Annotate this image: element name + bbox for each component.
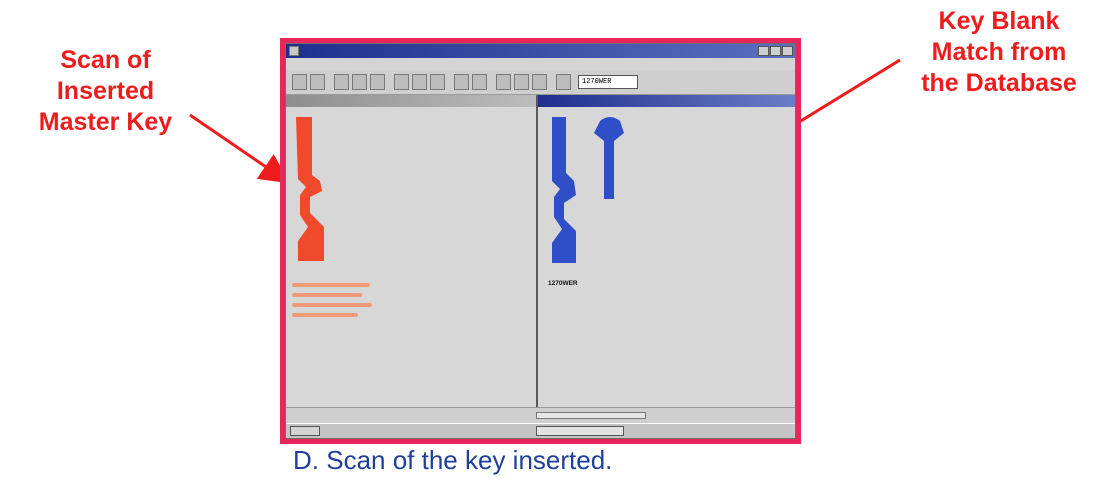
scan-readout-line	[292, 293, 362, 297]
toolbar-icon[interactable]	[370, 74, 385, 90]
screenshot-frame: 1270WER 1270WER	[280, 38, 801, 444]
callout-left-line-2: Inserted	[56, 77, 155, 105]
status-bar	[286, 407, 795, 424]
arrow-left	[189, 113, 290, 184]
key-blank-head-shape	[594, 117, 624, 199]
scanned-key-shape	[296, 117, 324, 261]
close-icon[interactable]	[782, 46, 793, 56]
scan-readout-lines	[292, 283, 382, 323]
key-blank-code: 1270WER	[548, 280, 578, 287]
key-blank-select[interactable]: 1270WER	[578, 75, 638, 89]
toolbar-icon[interactable]	[394, 74, 409, 90]
toolbar-icon[interactable]	[532, 74, 547, 90]
toolbar-icon[interactable]	[412, 74, 427, 90]
callout-left-line-3: Master Key	[38, 108, 173, 136]
toolbar-icon[interactable]	[430, 74, 445, 90]
scan-readout-line	[292, 303, 372, 307]
scan-pane	[286, 107, 536, 408]
callout-right-line-1: Key Blank	[938, 7, 1060, 35]
key-blank-match-image	[552, 117, 624, 263]
menu-bar[interactable]	[286, 58, 795, 70]
toolbar-icon[interactable]	[352, 74, 367, 90]
toolbar-icon[interactable]	[496, 74, 511, 90]
toolbar-icon[interactable]	[310, 74, 325, 90]
callout-left-line-1: Scan of	[60, 46, 151, 74]
callout-right-line-2: Match from	[931, 38, 1067, 66]
maximize-icon[interactable]	[770, 46, 781, 56]
app-icon	[289, 46, 299, 56]
app-window: 1270WER 1270WER	[285, 43, 796, 439]
figure-caption: D. Scan of the key inserted.	[293, 445, 613, 475]
key-blank-info: 1270WER	[548, 279, 578, 288]
callout-key-blank-match: Key Blank Match from the Database	[890, 6, 1108, 99]
toolbar-icon[interactable]	[556, 74, 571, 90]
scan-readout-line	[292, 283, 370, 287]
toolbar: 1270WER	[286, 70, 795, 95]
window-titlebar[interactable]	[286, 44, 795, 58]
status-progress-bar	[536, 412, 646, 419]
key-blank-profile-shape	[552, 117, 576, 263]
toolbar-icon[interactable]	[292, 74, 307, 90]
toolbar-icon[interactable]	[454, 74, 469, 90]
toolbar-icon[interactable]	[334, 74, 349, 90]
callout-scan-inserted-master-key: Scan of Inserted Master Key	[8, 45, 203, 138]
taskbar	[286, 423, 795, 438]
match-pane-titlebar	[538, 95, 795, 107]
toolbar-icon[interactable]	[514, 74, 529, 90]
minimize-icon[interactable]	[758, 46, 769, 56]
taskbar-app-item[interactable]	[536, 426, 624, 436]
window-buttons	[758, 46, 793, 56]
callout-right-line-3: the Database	[921, 69, 1077, 97]
scan-readout-line	[292, 313, 358, 317]
toolbar-icon[interactable]	[472, 74, 487, 90]
scanned-master-key	[296, 117, 324, 261]
start-button[interactable]	[290, 426, 320, 436]
match-pane: 1270WER	[538, 107, 795, 408]
scan-pane-titlebar	[286, 95, 538, 107]
